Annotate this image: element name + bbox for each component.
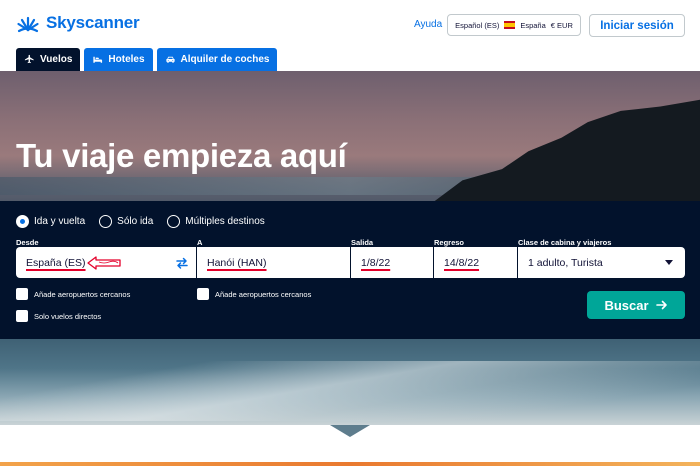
multi-city-label: Múltiples destinos [185, 216, 265, 227]
plane-icon [24, 54, 34, 64]
nearby-from-label: Añade aeropuertos cercanos [34, 289, 131, 299]
flight-search-panel: Ida y vuelta Sólo ida Múltiples destinos… [0, 201, 700, 339]
bed-icon [93, 56, 103, 63]
currency-label: € EUR [550, 20, 573, 30]
tab-car-hire[interactable]: Alquiler de coches [156, 48, 278, 71]
top-header: Skyscanner Ayuda Español (ES) España € E… [0, 0, 700, 48]
chevron-down-icon [665, 260, 673, 265]
arrow-right-icon [655, 300, 667, 310]
trip-type-round-trip[interactable]: Ida y vuelta [16, 215, 85, 228]
product-tabs: Vuelos Hoteles Alquiler de coches [16, 48, 278, 71]
radio-round-trip[interactable] [16, 215, 29, 228]
hero-title: Tu viaje empieza aquí [16, 137, 347, 174]
checkbox-box[interactable] [16, 288, 28, 300]
depart-label: Salida [351, 238, 374, 247]
checkbox-box[interactable] [16, 310, 28, 322]
nearby-airports-to-checkbox[interactable]: Añade aeropuertos cercanos [197, 288, 311, 300]
radio-one-way[interactable] [99, 215, 113, 228]
bottom-image-strip [0, 462, 700, 466]
direct-flights-checkbox[interactable]: Solo vuelos directos [16, 310, 101, 322]
round-trip-label: Ida y vuelta [34, 216, 86, 227]
to-input[interactable]: Hanói (HAN) [197, 247, 350, 278]
sunburst-logo-icon [17, 16, 39, 33]
checkbox-box[interactable] [197, 288, 209, 300]
direct-flights-label: Solo vuelos directos [34, 311, 102, 321]
nearby-airports-from-checkbox[interactable]: Añade aeropuertos cercanos [16, 288, 130, 300]
car-icon [165, 56, 175, 63]
trip-type-group: Ida y vuelta Sólo ida Múltiples destinos [16, 215, 265, 228]
return-label: Regreso [434, 238, 465, 247]
locale-selector-button[interactable]: Español (ES) España € EUR [447, 14, 581, 36]
trip-type-one-way[interactable]: Sólo ida [99, 215, 153, 228]
red-arrow-annotation-icon [87, 256, 121, 270]
return-date-input[interactable]: 14/8/22 [434, 247, 517, 278]
swap-arrows-icon[interactable] [175, 256, 189, 270]
tab-hotels-label: Hoteles [108, 54, 145, 65]
tab-flights[interactable]: Vuelos [16, 48, 81, 71]
hero-notch [330, 425, 370, 437]
radio-multi-city[interactable] [167, 215, 181, 228]
cabin-travellers-select[interactable]: 1 adulto, Turista [518, 247, 685, 278]
login-button[interactable]: Iniciar sesión [589, 14, 685, 37]
country-label: España [520, 20, 546, 30]
one-way-label: Sólo ida [117, 216, 154, 227]
return-value: 14/8/22 [444, 256, 480, 269]
cabin-value: 1 adulto, Turista [528, 256, 603, 269]
depart-date-input[interactable]: 1/8/22 [351, 247, 433, 278]
skyscanner-logo[interactable]: Skyscanner [16, 13, 140, 33]
language-label: Español (ES) [455, 20, 500, 30]
tab-flights-label: Vuelos [40, 54, 73, 65]
trip-type-multi-city[interactable]: Múltiples destinos [167, 215, 265, 228]
nearby-to-label: Añade aeropuertos cercanos [215, 289, 312, 299]
spain-flag-icon [504, 21, 516, 29]
to-label: A [197, 238, 203, 247]
help-link[interactable]: Ayuda [414, 19, 442, 30]
cabin-label: Clase de cabina y viajeros [518, 238, 612, 247]
search-button-label: Buscar [604, 297, 649, 313]
tab-hotels[interactable]: Hoteles [84, 48, 153, 71]
brand-name: Skyscanner [46, 13, 140, 32]
depart-value: 1/8/22 [361, 256, 391, 269]
from-value: España (ES) [26, 256, 86, 269]
from-label: Desde [16, 238, 39, 247]
to-value: Hanói (HAN) [207, 256, 267, 269]
search-button[interactable]: Buscar [587, 291, 685, 319]
tab-car-hire-label: Alquiler de coches [180, 54, 270, 65]
sea-foam [0, 361, 700, 421]
